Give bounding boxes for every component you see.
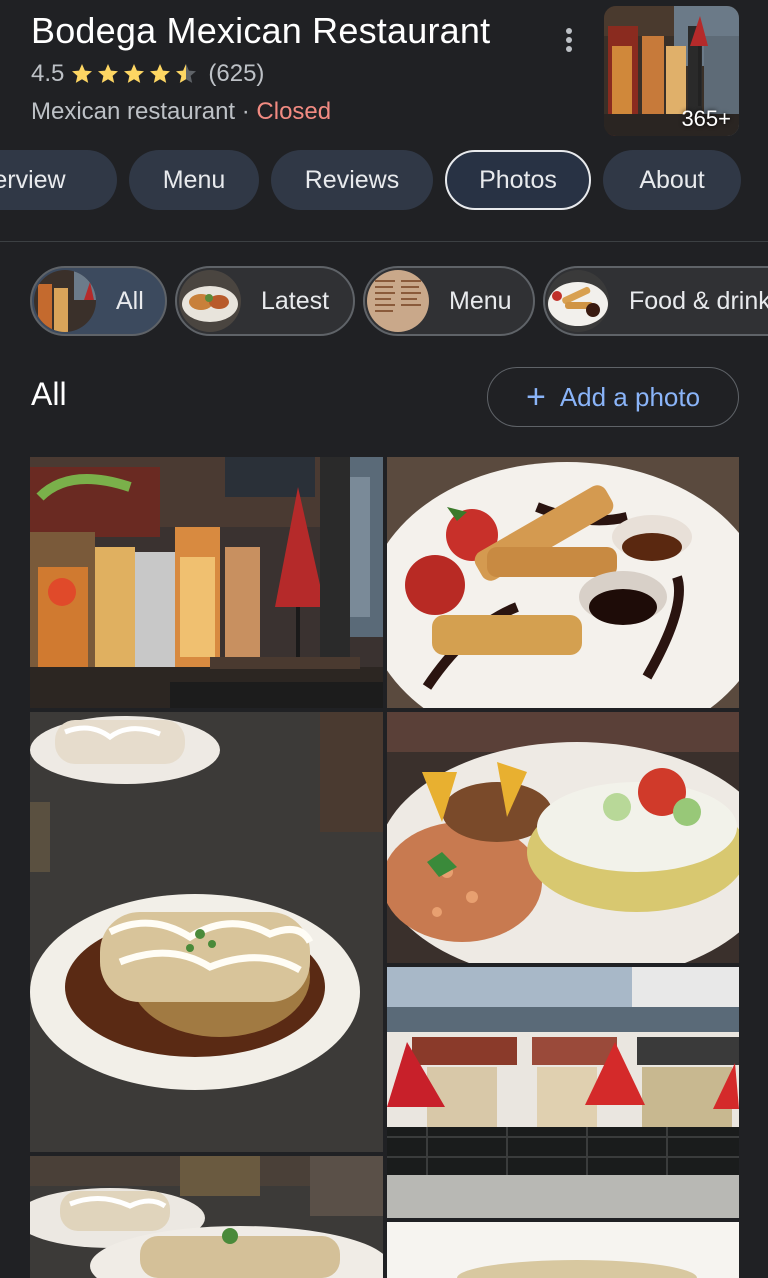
- photo-image: [387, 1222, 739, 1278]
- photo-image: [387, 457, 739, 708]
- photo-storefront-patio[interactable]: [387, 967, 739, 1218]
- photo-churros-dessert[interactable]: [387, 457, 739, 708]
- photo-storefront-evening[interactable]: [30, 457, 383, 708]
- photo-image: [30, 712, 383, 1152]
- photo-image: [387, 712, 739, 963]
- photo-image: [30, 457, 383, 708]
- photo-burrito-plate[interactable]: [30, 712, 383, 1152]
- photo-dish-partial[interactable]: [387, 1222, 739, 1278]
- photo-enchilada-plate[interactable]: [387, 712, 739, 963]
- photo-image: [387, 967, 739, 1218]
- photo-burrito-plates-table[interactable]: [30, 1156, 383, 1278]
- photo-grid: [0, 0, 768, 1278]
- photo-image: [30, 1156, 383, 1278]
